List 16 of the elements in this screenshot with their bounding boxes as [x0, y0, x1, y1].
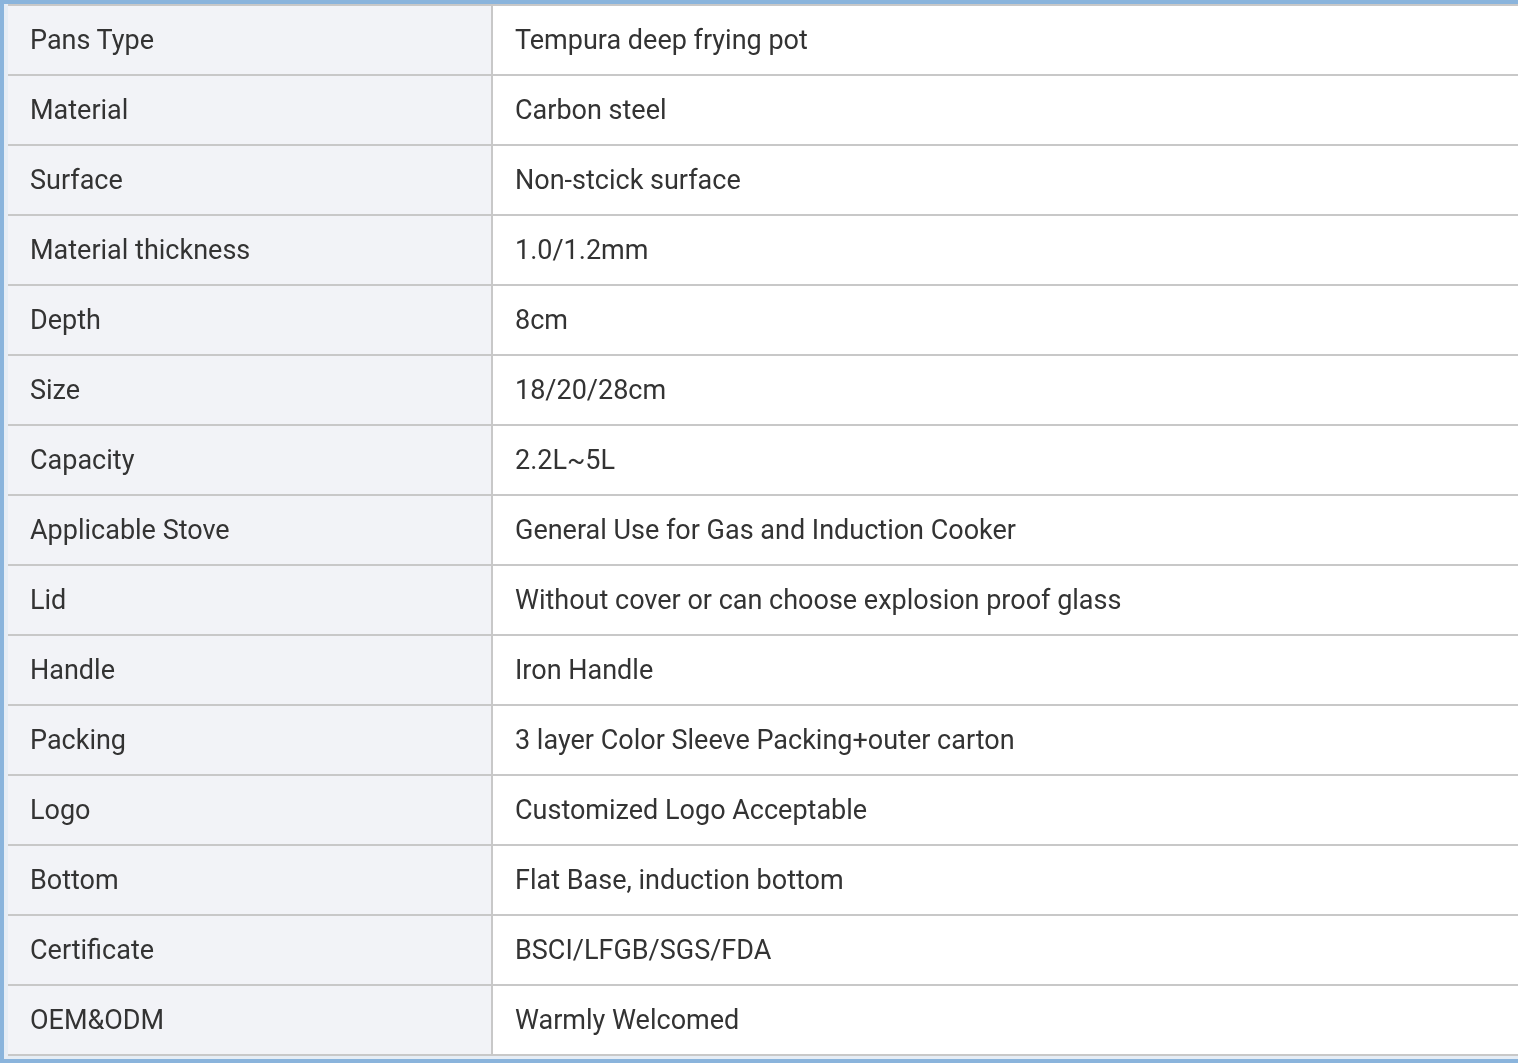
table-cell: Material thickness — [8, 215, 492, 285]
table-cell: Size — [8, 355, 492, 425]
table-cell: Logo — [8, 775, 492, 845]
table-cell: Handle — [8, 635, 492, 705]
table-cell: Applicable Stove — [8, 495, 492, 565]
table-cell: Surface — [8, 145, 492, 215]
table-cell: Certificate — [8, 915, 492, 985]
table-cell: Capacity — [8, 425, 492, 495]
table-cell: Depth — [8, 285, 492, 355]
table-cell: Pans Type — [8, 5, 492, 75]
table-cell: OEM&ODM — [8, 985, 492, 1055]
table-cell: Bottom — [8, 845, 492, 915]
table-cell: Tempura deep frying pot — [492, 5, 1518, 75]
table-cell: Material — [8, 75, 492, 145]
table-cell: Packing — [8, 705, 492, 775]
table-cell: Lid — [8, 565, 492, 635]
